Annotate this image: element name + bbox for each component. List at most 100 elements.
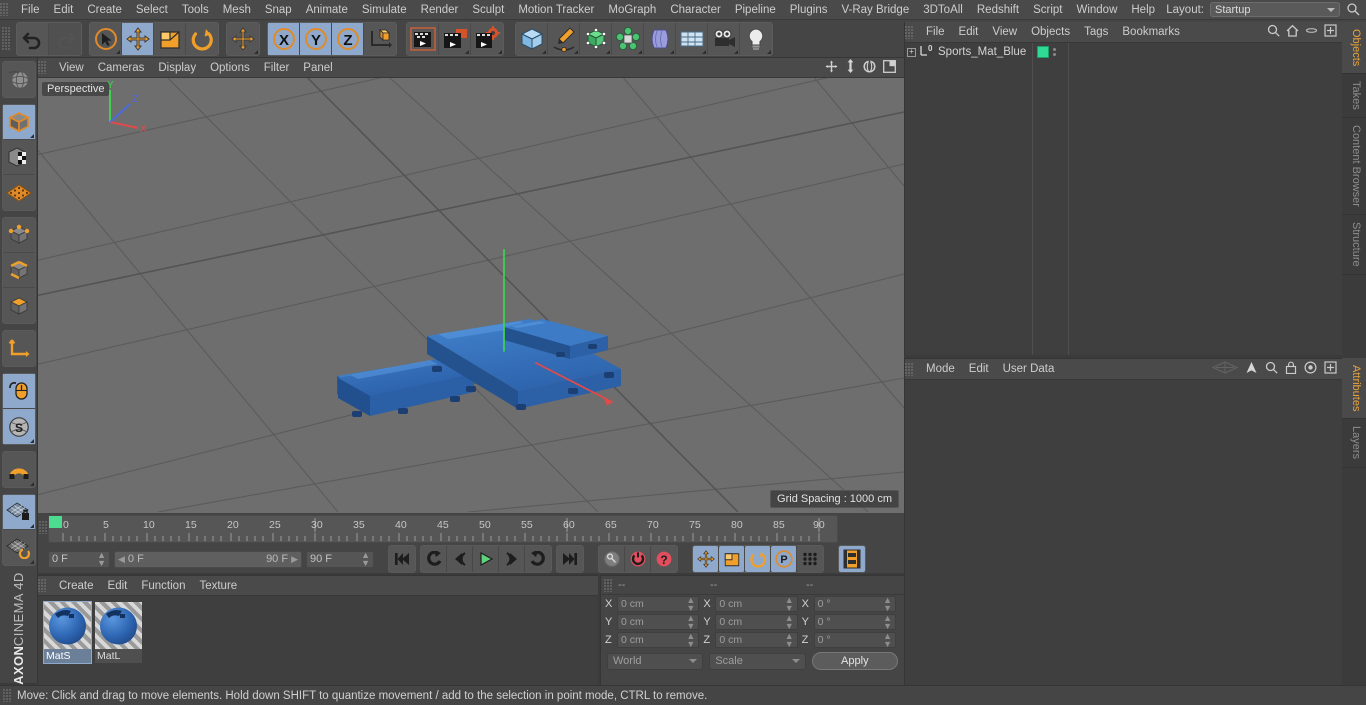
menu-motion-tracker[interactable]: Motion Tracker xyxy=(511,0,601,20)
render-to-picture-viewer-button[interactable] xyxy=(439,22,471,55)
size-z-field[interactable]: 0 cm ▲ ▼ xyxy=(715,632,798,649)
point-level-animation-button[interactable] xyxy=(797,546,823,572)
stepper-icon[interactable]: ▲ ▼ xyxy=(686,614,695,631)
tool-options-corner[interactable] xyxy=(638,49,642,54)
position-y-field[interactable]: 0 cm ▲ ▼ xyxy=(617,614,700,631)
viewport-grip[interactable] xyxy=(38,61,47,74)
rotation-h-field[interactable]: 0 ° ▲ ▼ xyxy=(813,596,896,613)
attributes-body[interactable] xyxy=(905,380,1342,685)
points-mode-button[interactable] xyxy=(2,218,35,253)
apply-button[interactable]: Apply xyxy=(811,652,898,670)
workplane-rotate-button[interactable] xyxy=(2,530,35,565)
add-generator-button[interactable] xyxy=(580,22,612,55)
undo-view-button[interactable] xyxy=(2,62,35,97)
keyframe-selection-button[interactable]: ? xyxy=(651,546,677,572)
lock-icon[interactable] xyxy=(1285,361,1297,377)
frame-range-slider[interactable]: ◀ 0 F 90 F ▶ xyxy=(114,550,302,568)
parameter-key-button[interactable]: P xyxy=(771,546,797,572)
polygons-mode-button[interactable] xyxy=(2,288,35,323)
size-x-field[interactable]: 0 cm ▲ ▼ xyxy=(715,596,798,613)
viewport-menu-filter[interactable]: Filter xyxy=(257,58,297,78)
status-grip[interactable] xyxy=(3,689,12,702)
tool-options-corner[interactable] xyxy=(574,49,578,54)
attributes-menu-mode[interactable]: Mode xyxy=(919,359,962,380)
go-to-start-button[interactable] xyxy=(389,546,415,572)
magnet-tool-button[interactable] xyxy=(2,452,35,487)
current-frame-field[interactable]: 0 F ▲ ▼ xyxy=(48,550,110,568)
orbit-icon[interactable] xyxy=(863,59,876,76)
object-menu-objects[interactable]: Objects xyxy=(1024,22,1077,43)
tab-structure[interactable]: Structure xyxy=(1342,214,1366,275)
play-button[interactable] xyxy=(473,546,499,572)
material-menu-texture[interactable]: Texture xyxy=(192,576,244,596)
menu-plugins[interactable]: Plugins xyxy=(783,0,835,20)
expand-toggle-icon[interactable]: + xyxy=(907,47,916,57)
autokeying-button[interactable] xyxy=(599,546,625,572)
scale-tool[interactable] xyxy=(154,22,186,55)
tool-options-corner[interactable] xyxy=(542,49,546,54)
position-x-field[interactable]: 0 cm ▲ ▼ xyxy=(617,596,700,613)
scale-key-button[interactable] xyxy=(719,546,745,572)
next-key-button[interactable] xyxy=(525,546,551,572)
menu-simulate[interactable]: Simulate xyxy=(355,0,414,20)
edges-mode-button[interactable] xyxy=(2,253,35,288)
object-tree[interactable]: + 0 Sports_Mat_Blue xyxy=(905,43,1033,355)
attributes-menu-edit[interactable]: Edit xyxy=(962,359,996,380)
rotation-b-field[interactable]: 0 ° ▲ ▼ xyxy=(813,632,896,649)
timeline-mode-button[interactable] xyxy=(839,546,865,572)
redo-button[interactable] xyxy=(49,22,81,55)
cursor-up-icon[interactable] xyxy=(1245,361,1258,377)
stepper-icon[interactable]: ▲ ▼ xyxy=(883,632,892,649)
home-icon[interactable] xyxy=(1286,24,1299,40)
lock-z-axis-button[interactable]: Z xyxy=(332,22,364,55)
render-view-button[interactable] xyxy=(407,22,439,55)
menu-mograph[interactable]: MoGraph xyxy=(601,0,663,20)
object-menu-edit[interactable]: Edit xyxy=(952,22,986,43)
menu-pipeline[interactable]: Pipeline xyxy=(728,0,783,20)
material-menu-create[interactable]: Create xyxy=(52,576,101,596)
enable-snapping-button[interactable] xyxy=(2,374,35,409)
viewport-menu-display[interactable]: Display xyxy=(151,58,203,78)
position-z-field[interactable]: 0 cm ▲ ▼ xyxy=(617,632,700,649)
menu-tools[interactable]: Tools xyxy=(175,0,216,20)
menu-create[interactable]: Create xyxy=(80,0,129,20)
pan-icon[interactable] xyxy=(825,60,838,76)
tool-options-corner[interactable] xyxy=(116,49,120,54)
viewport-menu-cameras[interactable]: Cameras xyxy=(91,58,152,78)
tool-options-corner[interactable] xyxy=(29,524,34,528)
render-settings-button[interactable] xyxy=(471,22,503,55)
snap-settings-button[interactable]: S xyxy=(2,409,35,444)
menu-edit[interactable]: Edit xyxy=(47,0,81,20)
zoom-icon[interactable] xyxy=(845,59,856,76)
menu-animate[interactable]: Animate xyxy=(299,0,355,20)
material-item-mats[interactable]: MatS xyxy=(43,601,92,664)
object-axis-button[interactable] xyxy=(2,331,35,366)
object-manager-grip[interactable] xyxy=(905,25,914,39)
minimize-icon[interactable] xyxy=(1305,24,1318,40)
workplane-icon[interactable] xyxy=(1211,361,1239,377)
maximize-icon[interactable] xyxy=(1324,361,1337,377)
model-mode-button[interactable] xyxy=(2,105,35,140)
max-frame-field[interactable]: 90 F ▲ ▼ xyxy=(306,550,374,568)
attributes-menu-user-data[interactable]: User Data xyxy=(996,359,1062,380)
range-right-arrow-icon[interactable]: ▶ xyxy=(291,554,298,565)
tool-options-corner[interactable] xyxy=(734,49,738,54)
rotation-p-field[interactable]: 0 ° ▲ ▼ xyxy=(813,614,896,631)
record-active-objects-button[interactable] xyxy=(625,546,651,572)
stepper-icon[interactable]: ▲ ▼ xyxy=(785,632,794,649)
object-menu-file[interactable]: File xyxy=(919,22,952,43)
stepper-icon[interactable]: ▲ ▼ xyxy=(686,596,695,613)
coordinates-grip[interactable] xyxy=(604,578,613,592)
maximize-viewport-icon[interactable] xyxy=(883,59,896,76)
add-deformer-button[interactable] xyxy=(644,22,676,55)
search-icon[interactable] xyxy=(1346,2,1362,18)
previous-key-button[interactable] xyxy=(421,546,447,572)
rotate-tool[interactable] xyxy=(186,22,218,55)
lock-y-axis-button[interactable]: Y xyxy=(300,22,332,55)
stepper-icon[interactable]: ▲ ▼ xyxy=(686,632,695,649)
viewport-canvas[interactable]: Perspective Y X Z Grid Spacing : 1000 cm xyxy=(38,78,904,513)
tool-options-corner[interactable] xyxy=(29,560,34,564)
add-camera-button[interactable] xyxy=(708,22,740,55)
tab-attributes[interactable]: Attributes xyxy=(1342,358,1366,420)
menu-redshift[interactable]: Redshift xyxy=(970,0,1026,20)
